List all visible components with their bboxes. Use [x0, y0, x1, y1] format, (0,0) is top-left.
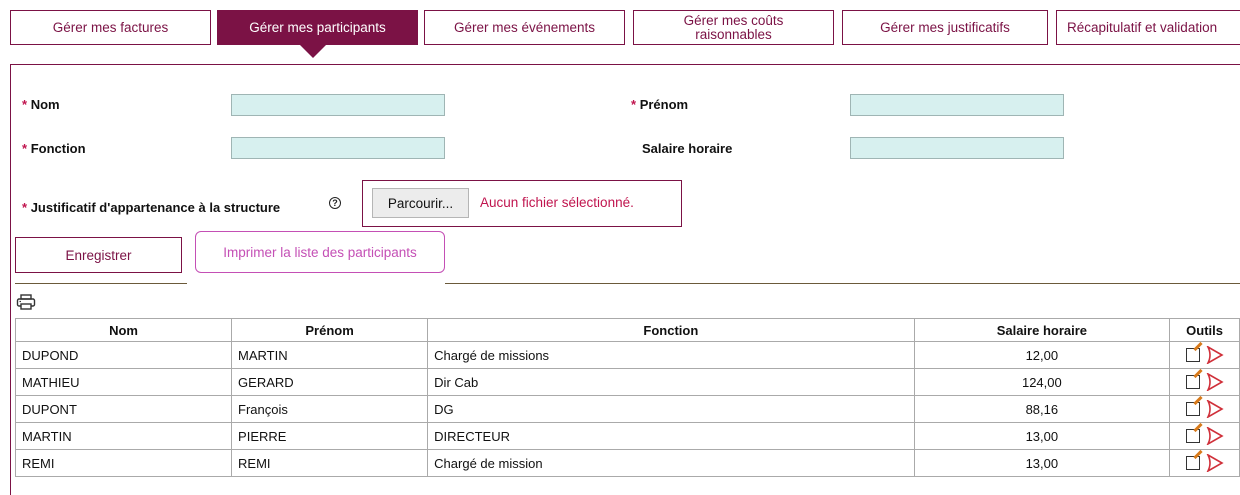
edit-icon[interactable] [1185, 429, 1200, 443]
cell-salaire: 124,00 [913, 368, 1171, 396]
cell-outils [1169, 368, 1240, 396]
column-header-salaire[interactable]: Salaire horaire [913, 318, 1171, 342]
cell-outils [1169, 449, 1240, 477]
separator-left [15, 283, 187, 284]
table-row: MARTIN PIERRE DIRECTEUR 13,00 [14, 422, 1240, 450]
table-row: DUPOND MARTIN Chargé de missions 12,00 [14, 341, 1240, 369]
cell-prenom: GERARD [231, 368, 429, 396]
nom-input[interactable] [231, 94, 445, 116]
save-button[interactable]: Enregistrer [15, 237, 182, 273]
cell-fonction: DIRECTEUR [427, 422, 915, 450]
column-header-nom[interactable]: Nom [14, 318, 233, 342]
tab-evenements[interactable]: Gérer mes événements [424, 10, 625, 45]
pdf-icon[interactable] [1204, 427, 1224, 445]
cell-fonction: Chargé de missions [427, 341, 915, 369]
edit-icon[interactable] [1185, 402, 1200, 416]
browse-button[interactable]: Parcourir... [372, 188, 469, 218]
tab-factures[interactable]: Gérer mes factures [10, 10, 211, 45]
prenom-label: * Prénom [631, 97, 689, 112]
participants-table: Nom Prénom Fonction Salaire horaire Outi… [14, 318, 1240, 477]
tab-couts-raisonnables[interactable]: Gérer mes coûts raisonnables [633, 10, 834, 45]
fonction-input[interactable] [231, 137, 445, 159]
tab-justificatifs[interactable]: Gérer mes justificatifs [842, 10, 1048, 45]
cell-prenom: PIERRE [231, 422, 429, 450]
column-header-outils: Outils [1169, 318, 1240, 342]
pdf-icon[interactable] [1204, 373, 1224, 391]
cell-fonction: Chargé de mission [427, 449, 915, 477]
edit-icon[interactable] [1185, 456, 1200, 470]
cell-nom: DUPOND [14, 341, 233, 369]
cell-nom: DUPONT [14, 395, 233, 423]
prenom-input[interactable] [850, 94, 1064, 116]
cell-salaire: 88,16 [913, 395, 1171, 423]
table-header-row: Nom Prénom Fonction Salaire horaire Outi… [14, 318, 1240, 342]
cell-salaire: 13,00 [913, 422, 1171, 450]
salaire-input[interactable] [850, 137, 1064, 159]
cell-nom: REMI [14, 449, 233, 477]
printer-icon[interactable] [16, 294, 36, 310]
cell-nom: MATHIEU [14, 368, 233, 396]
nom-label: * Nom [22, 97, 60, 112]
salaire-label: Salaire horaire [642, 141, 733, 156]
cell-salaire: 12,00 [913, 341, 1171, 369]
cell-fonction: DG [427, 395, 915, 423]
column-header-fonction[interactable]: Fonction [427, 318, 915, 342]
pdf-icon[interactable] [1204, 346, 1224, 364]
tab-recapitulatif[interactable]: Récapitulatif et validation [1056, 10, 1240, 45]
cell-prenom: MARTIN [231, 341, 429, 369]
table-row: DUPONT François DG 88,16 [14, 395, 1240, 423]
table-row: MATHIEU GERARD Dir Cab 124,00 [14, 368, 1240, 396]
justificatif-label: * Justificatif d'appartenance à la struc… [22, 200, 281, 215]
table-row: REMI REMI Chargé de mission 13,00 [14, 449, 1240, 477]
cell-salaire: 13,00 [913, 449, 1171, 477]
no-file-selected-text: Aucun fichier sélectionné. [480, 195, 634, 210]
help-icon[interactable]: ? [329, 197, 341, 209]
pdf-icon[interactable] [1204, 400, 1224, 418]
cell-nom: MARTIN [14, 422, 233, 450]
active-tab-indicator [300, 45, 326, 58]
separator-right [445, 283, 1240, 284]
edit-icon[interactable] [1185, 348, 1200, 362]
form-frame-top [10, 64, 1240, 65]
cell-outils [1169, 341, 1240, 369]
print-participants-list-button[interactable]: Imprimer la liste des participants [195, 231, 445, 273]
edit-icon[interactable] [1185, 375, 1200, 389]
cell-outils [1169, 395, 1240, 423]
cell-prenom: REMI [231, 449, 429, 477]
tab-participants[interactable]: Gérer mes participants [217, 10, 418, 45]
cell-fonction: Dir Cab [427, 368, 915, 396]
fonction-label: * Fonction [22, 141, 86, 156]
cell-prenom: François [231, 395, 429, 423]
pdf-icon[interactable] [1204, 454, 1224, 472]
form-frame-left [10, 64, 11, 495]
cell-outils [1169, 422, 1240, 450]
column-header-prenom[interactable]: Prénom [231, 318, 429, 342]
